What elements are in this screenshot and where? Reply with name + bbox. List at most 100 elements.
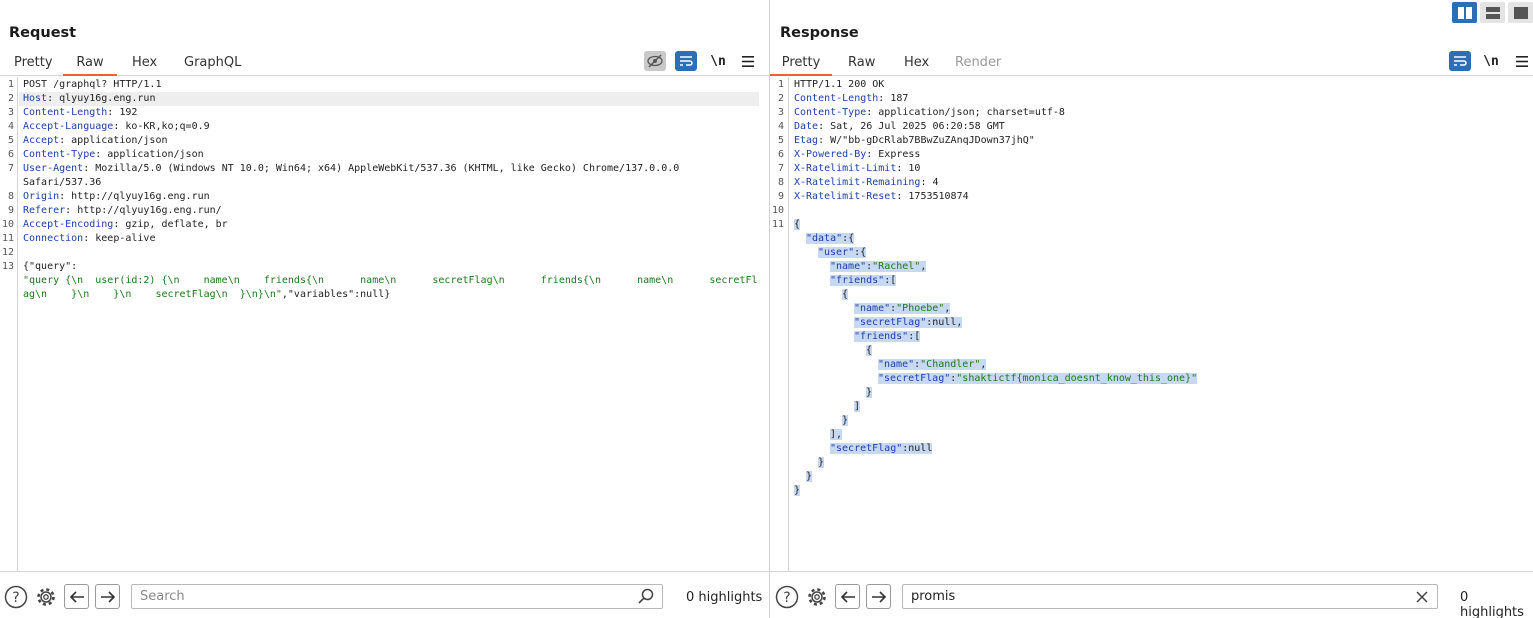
json-line: ], — [770, 428, 1533, 442]
settings-icon — [808, 588, 826, 606]
json-line: "friends":[ — [770, 330, 1533, 344]
tab-request-graphql[interactable]: GraphQL — [184, 55, 241, 76]
line-number: 11 — [1, 233, 14, 244]
show-newlines-button[interactable]: \n — [707, 51, 729, 71]
next-match-button[interactable] — [95, 584, 120, 609]
selected-text: { — [842, 289, 849, 300]
header-name: Accept-Language — [23, 121, 114, 132]
header-value: : W/"bb-gDcRlab7BBwZuZAnqJDown37jhQ" — [818, 135, 1035, 146]
header-value: : qlyuy16g.eng.run — [47, 93, 156, 104]
json-string: "Rachel" — [872, 261, 921, 272]
json-punctuation: ], — [830, 429, 843, 440]
json-key: "friends" — [854, 331, 909, 342]
previous-match-button[interactable] — [835, 584, 860, 609]
request-search-field[interactable] — [131, 584, 663, 609]
settings-button[interactable] — [33, 584, 59, 610]
json-line: "user":{ — [770, 246, 1533, 260]
header-value: : 10 — [896, 163, 921, 174]
code-line: 6 X-Powered-By: Express — [770, 148, 1533, 162]
tab-request-pretty[interactable]: Pretty — [14, 55, 53, 76]
settings-icon — [37, 588, 55, 606]
code-text: "query {\n user(id:2) {\n name\n friends… — [23, 274, 758, 288]
line-number: 9 — [7, 205, 14, 216]
json-text: "user":{ — [818, 246, 867, 260]
header-name: Connection — [23, 233, 84, 244]
selected-text: "name":"Chandler", — [878, 359, 987, 370]
json-text: } — [794, 484, 801, 498]
next-match-button[interactable] — [866, 584, 891, 609]
string-value: ag\n }\n }\n secretFlag\n }\n}\n" — [23, 289, 282, 300]
json-text: "secretFlag":null — [830, 442, 933, 456]
json-key: "secretFlag" — [830, 443, 903, 454]
string-value: "query {\n user(id:2) {\n name\n friends… — [23, 275, 758, 286]
line-number: 12 — [1, 247, 14, 258]
json-string: "shaktictf{monica_doesnt_know_this_one}" — [956, 373, 1198, 384]
line-number: 10 — [1, 219, 14, 230]
clear-icon[interactable] — [1415, 589, 1429, 605]
settings-button[interactable] — [804, 584, 830, 610]
header-value: : Express — [866, 149, 921, 160]
request-editor[interactable]: 1 POST /graphql? HTTP/1.1 2 Host: qlyuy16g.… — [0, 77, 769, 572]
word-wrap-icon — [680, 56, 693, 66]
json-line: "secretFlag":null, — [770, 316, 1533, 330]
code-line: 3 Content-Type: application/json; charset… — [770, 106, 1533, 120]
json-line: 11 { — [770, 218, 1533, 232]
json-line: "name":"Phoebe", — [770, 302, 1533, 316]
code-line: 12 — [0, 246, 769, 260]
word-wrap-button[interactable] — [1449, 51, 1471, 71]
header-name: Content-Length — [794, 93, 879, 104]
request-highlights-count: 0 highlights — [686, 590, 763, 605]
help-button[interactable]: ? — [3, 584, 29, 610]
json-line: } — [770, 484, 1533, 498]
request-menu-button[interactable] — [737, 51, 759, 71]
header-name: User-Agent — [23, 163, 84, 174]
selected-text: { — [866, 345, 873, 356]
response-editor[interactable]: 1 HTTP/1.1 200 OK 2 Content-Length: 187 3 Con… — [770, 77, 1533, 572]
header-name: Accept-Encoding — [23, 219, 114, 230]
hamburger-menu-icon — [1516, 55, 1528, 67]
word-wrap-icon — [1454, 56, 1467, 66]
tab-request-raw[interactable]: Raw — [63, 55, 117, 76]
code-line: 5 Accept: application/json — [0, 134, 769, 148]
response-search-input[interactable] — [911, 589, 1385, 604]
json-punctuation: :{ — [842, 233, 855, 244]
json-text: } — [806, 470, 813, 484]
code-text: HTTP/1.1 200 OK — [794, 78, 884, 92]
code-text: Etag: W/"bb-gDcRlab7BBwZuZAnqJDown37jhQ" — [794, 134, 1035, 148]
header-value: : http://qlyuy16g.eng.run/ — [65, 205, 222, 216]
previous-match-button[interactable] — [64, 584, 89, 609]
header-name: X-Ratelimit-Limit — [794, 163, 897, 174]
tab-response-pretty[interactable]: Pretty — [770, 55, 832, 76]
header-value: : application/json — [59, 135, 168, 146]
code-text: Content-Type: application/json; charset=… — [794, 106, 1065, 120]
json-punctuation: } — [794, 485, 801, 496]
tab-request-hex[interactable]: Hex — [132, 55, 157, 76]
response-menu-button[interactable] — [1511, 51, 1533, 71]
response-search-field[interactable] — [902, 584, 1438, 609]
tab-response-render[interactable]: Render — [955, 55, 1001, 76]
request-search-input[interactable] — [140, 589, 610, 604]
json-punctuation: } — [842, 415, 849, 426]
line-number: 9 — [777, 191, 784, 202]
code-line: 11 Connection: keep-alive — [0, 232, 769, 246]
response-search-bar: ? 0 highlights — [770, 578, 1533, 618]
hide-non-printing-button[interactable] — [644, 51, 666, 71]
json-punctuation: { — [794, 219, 801, 230]
tab-response-hex[interactable]: Hex — [904, 55, 929, 76]
search-icon — [638, 588, 654, 604]
header-name: Accept — [23, 135, 60, 146]
help-button[interactable]: ? — [774, 584, 800, 610]
tab-response-raw[interactable]: Raw — [848, 55, 875, 76]
hamburger-menu-icon — [742, 55, 754, 67]
show-newlines-button[interactable]: \n — [1480, 51, 1502, 71]
code-text: Content-Length: 192 — [23, 106, 137, 120]
selected-text: "data":{ — [806, 233, 855, 244]
word-wrap-button[interactable] — [675, 51, 697, 71]
json-punctuation: } — [866, 387, 873, 398]
code-text: Safari/537.36 — [23, 176, 101, 190]
header-value: {"query": — [23, 261, 78, 272]
line-number: 1 — [777, 79, 784, 90]
json-text: { — [842, 288, 849, 302]
selected-text: ] — [854, 401, 861, 412]
selected-text: "secretFlag":"shaktictf{monica_doesnt_kn… — [878, 373, 1198, 384]
